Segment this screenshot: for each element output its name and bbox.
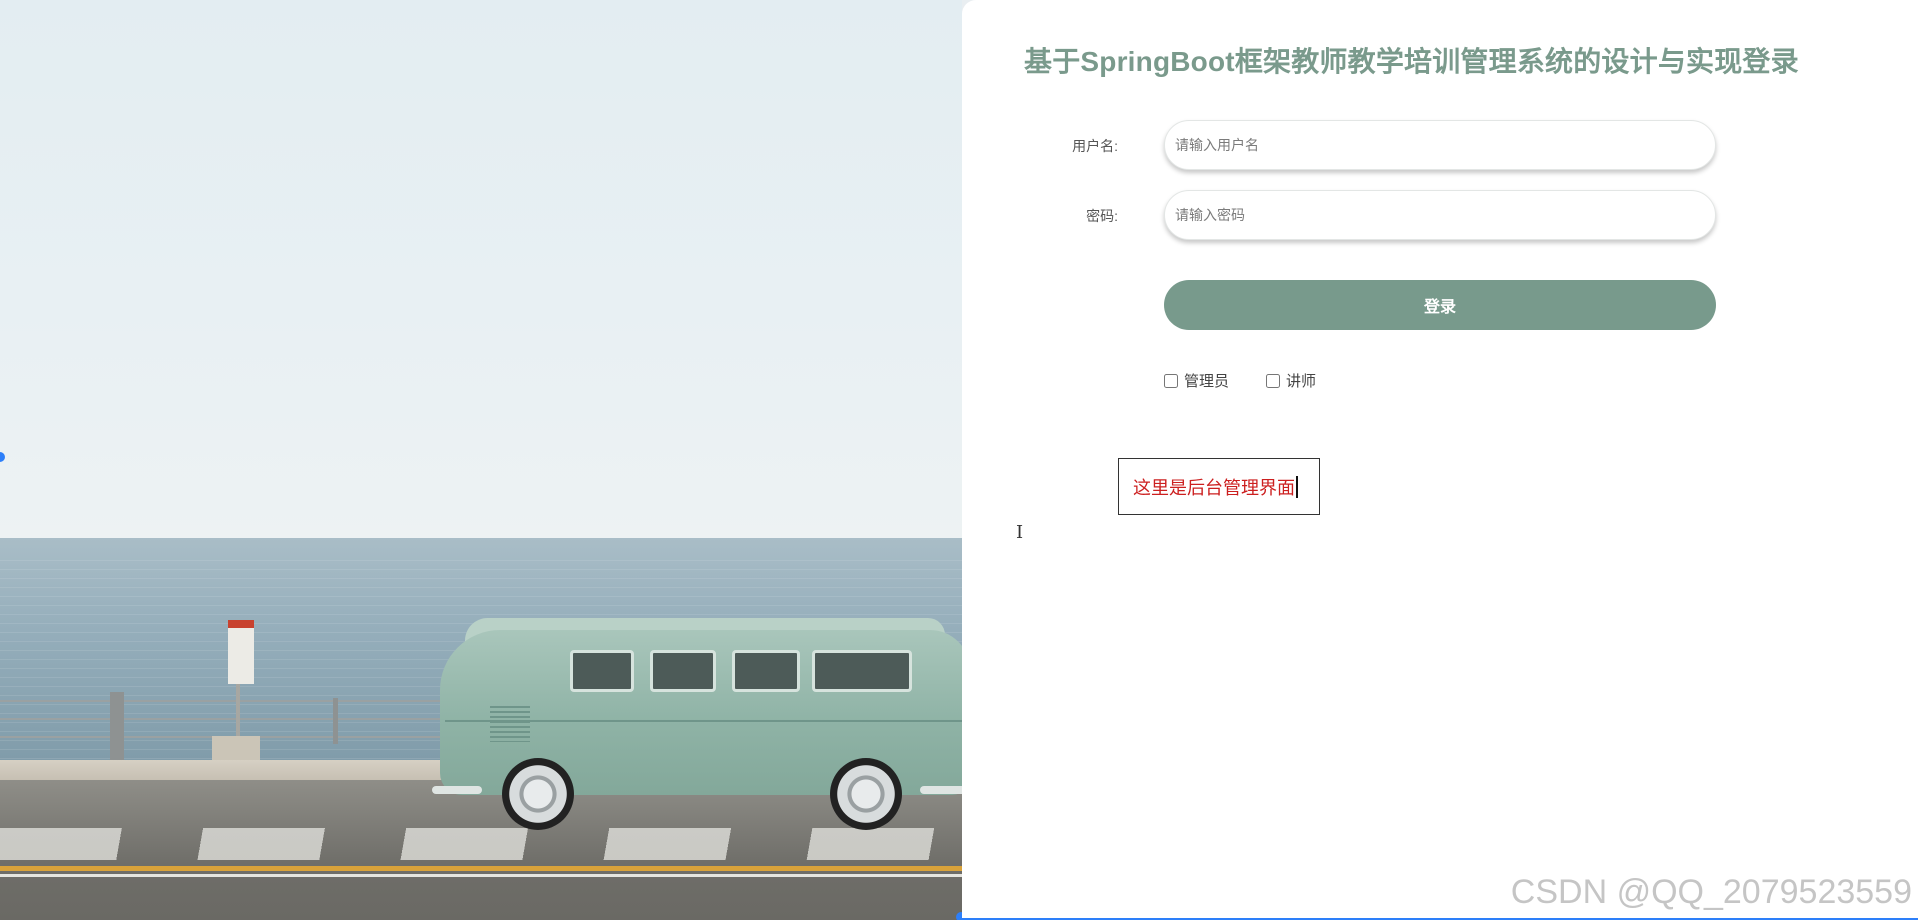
background-photo — [0, 0, 962, 920]
van-window — [650, 650, 716, 692]
text-caret — [1296, 475, 1298, 498]
crosswalk — [0, 828, 962, 860]
login-button[interactable]: 登录 — [1164, 280, 1716, 330]
note-text: 这里是后台管理界面 — [1133, 477, 1295, 498]
van-bumper — [432, 786, 482, 794]
sky — [0, 0, 962, 540]
text-cursor-icon: I — [1016, 522, 1024, 543]
fence-rail — [0, 700, 450, 702]
login-panel: 基于SpringBoot框架教师教学培训管理系统的设计与实现登录 用户名: 密码… — [962, 0, 1918, 920]
van-bumper — [920, 786, 962, 794]
username-label: 用户名: — [1072, 138, 1118, 154]
van-wheel — [830, 758, 902, 830]
road-yellow-line — [0, 866, 962, 871]
road-white-line — [0, 874, 962, 877]
van-window — [812, 650, 912, 692]
vintage-van — [420, 618, 962, 830]
role-option-lecturer[interactable]: 讲师 — [1266, 370, 1316, 391]
editable-text-box[interactable]: 这里是后台管理界面 — [1118, 458, 1320, 515]
van-window — [570, 650, 634, 692]
page-title: 基于SpringBoot框架教师教学培训管理系统的设计与实现登录 — [1024, 46, 1799, 77]
fence-rail — [0, 718, 450, 720]
admin-checkbox[interactable] — [1164, 373, 1178, 388]
username-input[interactable] — [1164, 120, 1716, 170]
watermark: CSDN @QQ_2079523559 — [1510, 873, 1912, 911]
van-vent — [490, 706, 530, 742]
bus-stop-sign — [228, 620, 254, 684]
role-label-admin: 管理员 — [1184, 373, 1230, 390]
password-label: 密码: — [1086, 208, 1118, 224]
van-window — [732, 650, 800, 692]
role-label-lecturer: 讲师 — [1286, 373, 1317, 390]
lecturer-checkbox[interactable] — [1266, 373, 1280, 388]
role-option-admin[interactable]: 管理员 — [1164, 370, 1229, 391]
fence-post — [333, 698, 338, 744]
password-input[interactable] — [1164, 190, 1716, 240]
page: 基于SpringBoot框架教师教学培训管理系统的设计与实现登录 用户名: 密码… — [0, 0, 1918, 920]
van-wheel — [502, 758, 574, 830]
